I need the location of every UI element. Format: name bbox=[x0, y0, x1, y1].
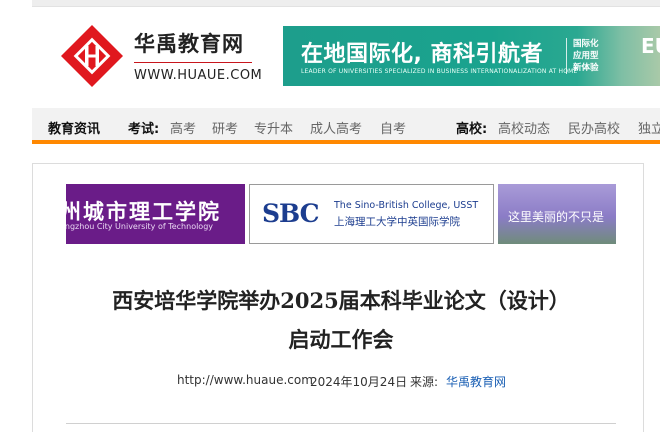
nav-item-private-schools[interactable]: 民办高校 bbox=[568, 118, 620, 137]
brand-divider bbox=[134, 62, 252, 63]
nav-item-zhuanshengben[interactable]: 专升本 bbox=[254, 118, 293, 137]
brand-name[interactable]: 华禹教育网 bbox=[134, 28, 244, 58]
ad-subtitle: angzhou City University of Technology bbox=[66, 222, 214, 231]
article-date: 2024年10月24日 bbox=[310, 375, 408, 389]
article-divider bbox=[66, 423, 616, 424]
nav-item-zikao[interactable]: 自考 bbox=[380, 118, 406, 137]
huayu-logo-icon[interactable] bbox=[60, 24, 124, 88]
ad-subtitle: The Sino-British College, USST bbox=[334, 200, 479, 211]
article-title-line2: 启动工作会 bbox=[288, 327, 394, 352]
ad-title: 上海理工大学中英国际学院 bbox=[334, 216, 460, 228]
nav-item-independent[interactable]: 独立 bbox=[638, 118, 660, 137]
nav-section-label[interactable]: 教育资讯 bbox=[48, 118, 100, 137]
banner-corner-text: EU bbox=[641, 34, 660, 58]
top-bar bbox=[32, 0, 660, 7]
banner-side-text: 国际化 应用型 新体验 bbox=[573, 39, 599, 73]
banner-title: 在地国际化, 商科引航者 bbox=[301, 42, 544, 67]
sbc-logo: SBC bbox=[262, 199, 320, 228]
brand-url[interactable]: WWW.HUAUE.COM bbox=[134, 68, 262, 83]
main-nav: 教育资讯 考试: 高考 研考 专升本 成人高考 自考 高校: 高校动态 民办高校… bbox=[32, 108, 660, 144]
ad-banner-sbc[interactable]: SBC The Sino-British College, USST 上海理工大… bbox=[249, 184, 494, 244]
header-banner-ad[interactable]: 在地国际化, 商科引航者 LEADER OF UNIVERSITIES SPEC… bbox=[283, 26, 660, 86]
ad-title: 这里美丽的不只是 bbox=[508, 210, 605, 224]
nav-item-chengren-gaokao[interactable]: 成人高考 bbox=[310, 118, 362, 137]
article-title-line1: 西安培华学院举办2025届本科毕业论文（设计） bbox=[112, 288, 570, 313]
banner-divider bbox=[566, 38, 567, 74]
article-source-link[interactable]: 华禹教育网 bbox=[446, 373, 506, 390]
article-site-url[interactable]: http://www.huaue.com bbox=[177, 373, 313, 387]
nav-school-label: 高校: bbox=[456, 122, 488, 137]
article-source-label: 来源: bbox=[410, 375, 439, 389]
nav-item-school-news[interactable]: 高校动态 bbox=[498, 118, 550, 137]
ad-banner-campus[interactable]: 这里美丽的不只是 bbox=[498, 184, 616, 244]
nav-exam-label: 考试: bbox=[128, 122, 160, 137]
ad-banner-hzcu[interactable]: 州城市理工学院 angzhou City University of Techn… bbox=[66, 184, 245, 244]
nav-item-yankao[interactable]: 研考 bbox=[212, 118, 238, 137]
banner-subtitle: LEADER OF UNIVERSITIES SPECIALIZED IN BU… bbox=[301, 68, 578, 75]
nav-item-gaokao[interactable]: 高考 bbox=[170, 118, 196, 137]
